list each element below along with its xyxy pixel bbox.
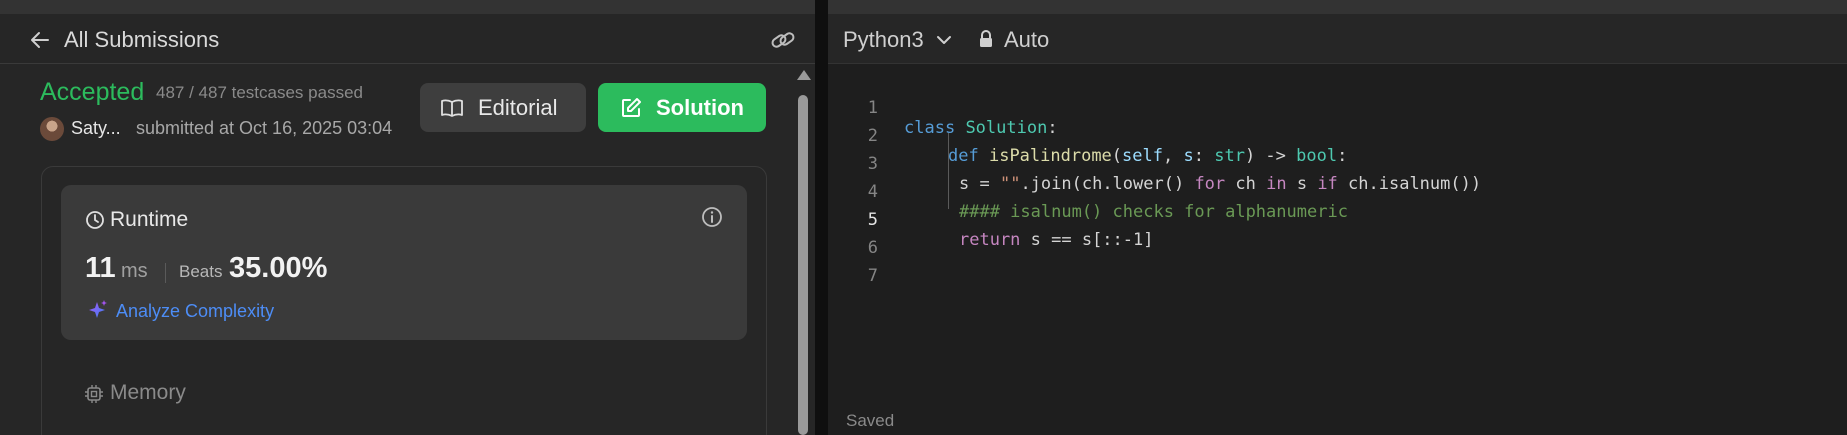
code-line[interactable]: 1 class Solution: bbox=[828, 78, 1847, 138]
analyze-complexity-link[interactable]: Analyze Complexity bbox=[116, 301, 274, 322]
mode-label[interactable]: Auto bbox=[1004, 27, 1049, 53]
chevron-down-icon[interactable] bbox=[936, 34, 952, 46]
link-icon[interactable] bbox=[768, 25, 798, 55]
user-name[interactable]: Saty... bbox=[71, 118, 121, 139]
code-line[interactable]: 4 #### isalnum() checks for alphanumeric bbox=[828, 162, 1847, 222]
avatar[interactable] bbox=[40, 117, 64, 141]
panel-divider[interactable] bbox=[815, 0, 828, 435]
code-editor-panel: Python3 Auto 1 class Solution: 2 def isP… bbox=[828, 0, 1847, 435]
panel-top-strip bbox=[0, 0, 815, 14]
testcases-passed: 487 / 487 testcases passed bbox=[156, 83, 363, 102]
scroll-up-icon[interactable] bbox=[797, 70, 811, 80]
code-editor[interactable]: 1 class Solution: 2 def isPalindrome(sel… bbox=[828, 64, 1847, 404]
saved-status: Saved bbox=[846, 411, 895, 430]
divider bbox=[165, 263, 166, 283]
code-line[interactable]: 5 return s == s[::-1] bbox=[828, 190, 1847, 250]
editorial-label: Editorial bbox=[478, 94, 558, 120]
scrollbar-thumb[interactable] bbox=[798, 95, 808, 435]
scrollbar[interactable] bbox=[796, 70, 811, 435]
runtime-value: 11 bbox=[85, 252, 116, 284]
runtime-label: Runtime bbox=[110, 208, 189, 231]
book-icon bbox=[441, 98, 463, 117]
language-select[interactable]: Python3 bbox=[843, 27, 924, 53]
editor-toolbar: Python3 Auto bbox=[828, 14, 1847, 64]
submissions-header: All Submissions bbox=[0, 14, 815, 64]
arrow-left-icon[interactable] bbox=[28, 28, 52, 52]
code-line[interactable]: 7 bbox=[828, 246, 1847, 286]
clock-icon bbox=[86, 211, 104, 229]
info-icon[interactable] bbox=[700, 205, 724, 229]
solution-label: Solution bbox=[656, 94, 744, 120]
submission-status: Accepted bbox=[40, 78, 145, 106]
sparkle-icon bbox=[89, 300, 107, 318]
panel-top-strip bbox=[828, 0, 1847, 14]
lock-icon bbox=[980, 30, 992, 47]
code-line[interactable]: 6 bbox=[828, 218, 1847, 258]
solution-button[interactable]: Solution bbox=[598, 83, 766, 132]
code-line[interactable]: 2 def isPalindrome(self, s: str) -> bool… bbox=[828, 106, 1847, 166]
submission-panel: All Submissions Accepted 487 / 487 testc… bbox=[0, 0, 815, 435]
chip-icon bbox=[85, 385, 103, 403]
editorial-button[interactable]: Editorial bbox=[420, 83, 586, 132]
beats-value: 35.00% bbox=[229, 252, 328, 284]
memory-label[interactable]: Memory bbox=[110, 381, 186, 405]
code-line[interactable]: 3 s = "".join(ch.lower() for ch in s if … bbox=[828, 134, 1847, 194]
runtime-card[interactable]: Runtime 11 ms Beats 35.00% Analyze Compl… bbox=[61, 185, 747, 340]
stats-card: Runtime 11 ms Beats 35.00% Analyze Compl… bbox=[41, 166, 767, 435]
runtime-unit: ms bbox=[121, 260, 148, 282]
all-submissions-link[interactable]: All Submissions bbox=[64, 27, 219, 53]
submitted-time: submitted at Oct 16, 2025 03:04 bbox=[136, 118, 393, 138]
line-number: 7 bbox=[867, 266, 878, 286]
edit-icon bbox=[622, 97, 641, 117]
beats-label: Beats bbox=[179, 262, 223, 281]
